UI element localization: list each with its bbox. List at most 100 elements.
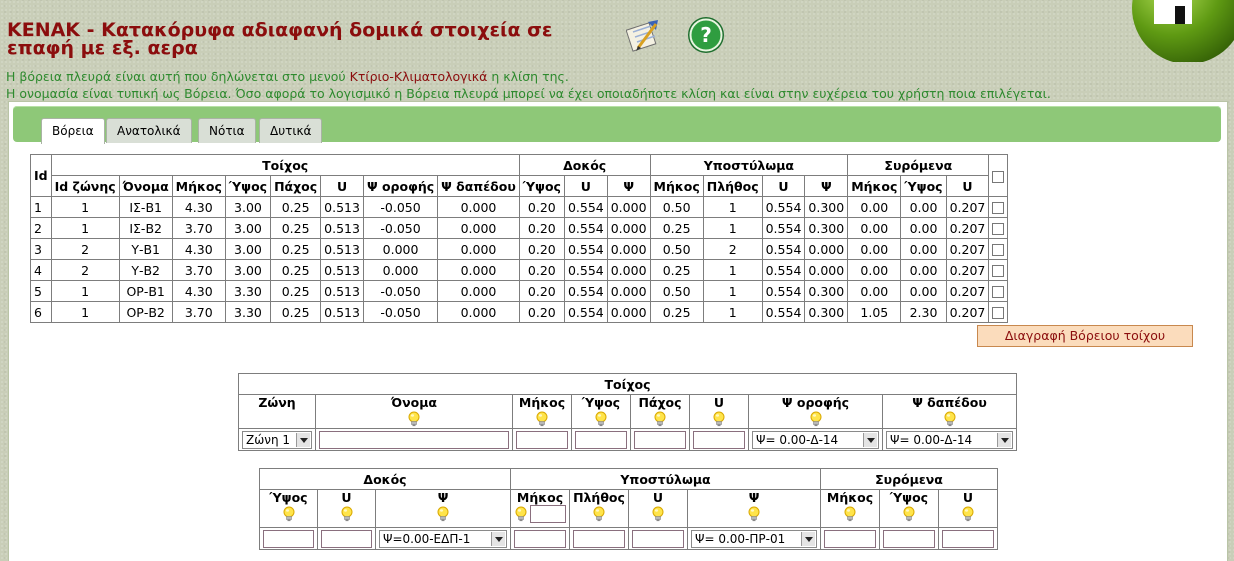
lightbulb-icon[interactable] xyxy=(592,506,606,522)
lightbulb-icon[interactable] xyxy=(594,411,608,427)
lightbulb-icon[interactable] xyxy=(902,506,916,522)
name-input[interactable] xyxy=(319,430,509,449)
beam-height-input[interactable] xyxy=(263,529,314,548)
lightbulb-icon[interactable] xyxy=(843,506,857,522)
lightbulb-icon[interactable] xyxy=(282,506,296,522)
table-cell: 0.000 xyxy=(606,217,651,239)
lightbulb-icon[interactable] xyxy=(436,506,450,522)
lightbulb-icon[interactable] xyxy=(961,506,975,522)
table-cell: 1 xyxy=(30,196,52,218)
row-checkbox[interactable] xyxy=(988,280,1009,302)
row-checkbox[interactable] xyxy=(988,259,1009,281)
column-header: U xyxy=(945,175,990,197)
row-checkbox[interactable] xyxy=(988,301,1009,323)
lightbulb-icon[interactable] xyxy=(535,411,549,427)
column-header: U xyxy=(320,175,364,197)
form-head-thickness: Πάχος xyxy=(630,394,690,429)
table-cell: 1 xyxy=(50,196,120,218)
table-cell: 0.513 xyxy=(320,217,364,239)
u-input[interactable] xyxy=(693,430,745,449)
help-icon[interactable]: ? xyxy=(687,16,725,54)
tab-west[interactable]: Δυτικά xyxy=(259,118,323,143)
tools-icon[interactable] xyxy=(625,18,662,54)
lightbulb-icon[interactable] xyxy=(653,411,667,427)
lightbulb-icon[interactable] xyxy=(809,411,823,427)
lightbulb-icon[interactable] xyxy=(340,506,354,522)
blind-height-input[interactable] xyxy=(883,529,935,548)
home-icon[interactable] xyxy=(1128,0,1234,62)
table-cell: 1 xyxy=(702,259,763,281)
form-head-name: Όνομα xyxy=(315,394,513,429)
blind-length-input[interactable] xyxy=(824,529,876,548)
row-checkbox[interactable] xyxy=(988,196,1009,218)
table-cell: 0.300 xyxy=(804,301,849,323)
column-header: Ύψος xyxy=(900,175,947,197)
thickness-input[interactable] xyxy=(634,430,686,449)
tab-north[interactable]: Βόρεια xyxy=(41,118,105,144)
select-all-checkbox[interactable] xyxy=(988,154,1009,197)
column-header: Μήκος xyxy=(171,175,226,197)
form-head-column-count: Πλήθος xyxy=(569,489,629,528)
table-row: 6 1 ΟΡ-Β2 3.70 3.30 0.25 0.513 -0.050 0.000 0.20 0… xyxy=(30,301,1009,323)
table-cell: 0.554 xyxy=(761,280,806,302)
info-line-1: Η βόρεια πλευρά είναι αυτή που δηλώνεται… xyxy=(6,69,569,84)
table-cell: 0.25 xyxy=(270,217,322,239)
beam-psi-select[interactable]: Ψ=0.00-ΕΔΠ-1 xyxy=(379,529,507,548)
table-cell: 0.513 xyxy=(320,196,364,218)
psi-roof-select[interactable]: Ψ= 0.00-Δ-14 xyxy=(752,430,879,449)
form-head-u: U xyxy=(689,394,749,429)
length-input[interactable] xyxy=(516,430,568,449)
table-cell: 0.554 xyxy=(761,259,806,281)
lightbulb-icon[interactable] xyxy=(747,506,761,522)
lightbulb-icon[interactable] xyxy=(514,506,528,522)
table-cell: 0.20 xyxy=(518,280,565,302)
table-cell: 0.50 xyxy=(649,196,704,218)
row-checkbox[interactable] xyxy=(988,238,1009,260)
tab-east[interactable]: Ανατολικά xyxy=(106,118,192,143)
table-cell: Υ-Β1 xyxy=(118,238,173,260)
lightbulb-icon[interactable] xyxy=(712,411,726,427)
delete-north-wall-button[interactable]: Διαγραφή Βόρειου τοίχου xyxy=(977,325,1193,347)
lightbulb-icon[interactable] xyxy=(651,506,665,522)
zone-cell: Ζώνη 1 xyxy=(238,428,316,451)
table-cell: 0.00 xyxy=(847,196,902,218)
table-cell: -0.050 xyxy=(362,280,439,302)
column-u-input[interactable] xyxy=(632,529,684,548)
table-cell: 3.70 xyxy=(171,259,226,281)
table-cell: 0.300 xyxy=(804,280,849,302)
row-checkbox[interactable] xyxy=(988,217,1009,239)
table-cell: 0.513 xyxy=(320,238,364,260)
table-cell: 1 xyxy=(50,217,120,239)
column-header: Πλήθος xyxy=(702,175,763,197)
walls-table-body: 1 1 ΙΣ-Β1 4.30 3.00 0.25 0.513 -0.050 0.000 0.20 0… xyxy=(30,196,1009,323)
column-psi-select[interactable]: Ψ= 0.00-ΠΡ-01 xyxy=(691,529,817,548)
zone-select[interactable]: Ζώνη 1 xyxy=(242,430,312,449)
column-length-input[interactable] xyxy=(530,505,566,523)
lightbulb-icon[interactable] xyxy=(407,411,421,427)
column-count-input[interactable] xyxy=(573,529,625,548)
table-cell: 0.00 xyxy=(847,238,902,260)
table-cell: 0.20 xyxy=(518,196,565,218)
beam-u-input[interactable] xyxy=(321,529,372,548)
climate-link[interactable]: Κτίριο-Κλιματολογικά xyxy=(350,69,488,84)
form-head-column-length: Μήκος xyxy=(510,489,570,528)
psi-floor-select[interactable]: Ψ= 0.00-Δ-14 xyxy=(886,430,1013,449)
column-header: Ψ οροφής xyxy=(362,175,439,197)
table-cell: 0.300 xyxy=(804,196,849,218)
table-cell: 0.000 xyxy=(437,217,520,239)
table-cell: ΙΣ-Β2 xyxy=(118,217,173,239)
content-panel: Βόρεια Ανατολικά Νότια Δυτικά Id Τοίχος … xyxy=(8,101,1228,561)
table-cell: 5 xyxy=(30,280,52,302)
blind-u-input[interactable] xyxy=(942,529,994,548)
column-header: U xyxy=(563,175,608,197)
lightbulb-icon[interactable] xyxy=(943,411,957,427)
tab-south[interactable]: Νότια xyxy=(198,118,256,143)
column-header: Ψ δαπέδου xyxy=(437,175,520,197)
table-cell: 0.513 xyxy=(320,280,364,302)
height-input[interactable] xyxy=(575,430,627,449)
table-cell: 1 xyxy=(50,301,120,323)
table-cell: 0.513 xyxy=(320,301,364,323)
table-cell: 0.20 xyxy=(518,238,565,260)
table-cell: 4 xyxy=(30,259,52,281)
column-length-input-2[interactable] xyxy=(514,529,566,548)
